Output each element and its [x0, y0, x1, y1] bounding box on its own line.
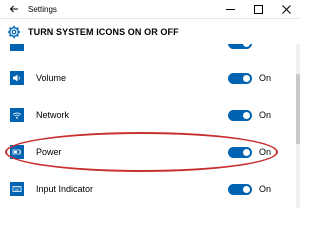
power-toggle[interactable]	[228, 147, 252, 158]
back-button[interactable]	[0, 0, 28, 19]
list-item-volume: Volume On	[0, 64, 296, 92]
network-icon	[10, 108, 24, 122]
item-label: Input Indicator	[36, 184, 94, 194]
window-title: Settings	[28, 4, 57, 14]
item-label: Power	[36, 147, 62, 157]
partial-icon	[10, 44, 24, 51]
close-icon	[281, 4, 291, 14]
system-icons-list: Volume On Network On Power On Input Indi…	[0, 44, 300, 208]
item-label: Network	[36, 110, 70, 120]
toggle-knob	[243, 44, 250, 47]
toggle-state: On	[259, 184, 272, 194]
toggle-state: On	[259, 110, 272, 120]
toggle-switch[interactable]	[228, 44, 252, 49]
list-item-input-indicator: Input Indicator On	[0, 175, 296, 203]
page-header: TURN SYSTEM ICONS ON OR OFF	[0, 20, 300, 44]
header-icon	[0, 20, 28, 44]
speaker-icon	[10, 71, 24, 85]
maximize-button[interactable]	[244, 0, 272, 19]
network-toggle[interactable]	[228, 110, 252, 121]
toggle-state: On	[259, 147, 272, 157]
toggle-knob	[243, 186, 250, 193]
input-indicator-toggle[interactable]	[228, 184, 252, 195]
scrollbar-thumb[interactable]	[296, 74, 300, 144]
back-arrow-icon	[9, 5, 18, 13]
toggle-knob	[243, 112, 250, 119]
list-item-network: Network On	[0, 101, 296, 129]
title-bar: Settings	[0, 0, 300, 19]
volume-toggle[interactable]	[228, 73, 252, 84]
minimize-button[interactable]	[216, 0, 244, 19]
toggle-state: On	[259, 73, 272, 83]
list-item-power: Power On	[0, 138, 296, 166]
minimize-icon	[225, 8, 235, 10]
list-item	[0, 44, 296, 58]
item-label: Volume	[36, 73, 67, 83]
page-title: TURN SYSTEM ICONS ON OR OFF	[28, 27, 179, 37]
toggle-knob	[243, 75, 250, 82]
battery-icon	[10, 145, 24, 159]
gear-icon	[7, 25, 21, 39]
keyboard-icon	[10, 182, 24, 196]
close-button[interactable]	[272, 0, 300, 19]
maximize-icon	[253, 4, 263, 14]
toggle-knob	[243, 149, 250, 156]
scrollbar[interactable]	[296, 44, 300, 208]
